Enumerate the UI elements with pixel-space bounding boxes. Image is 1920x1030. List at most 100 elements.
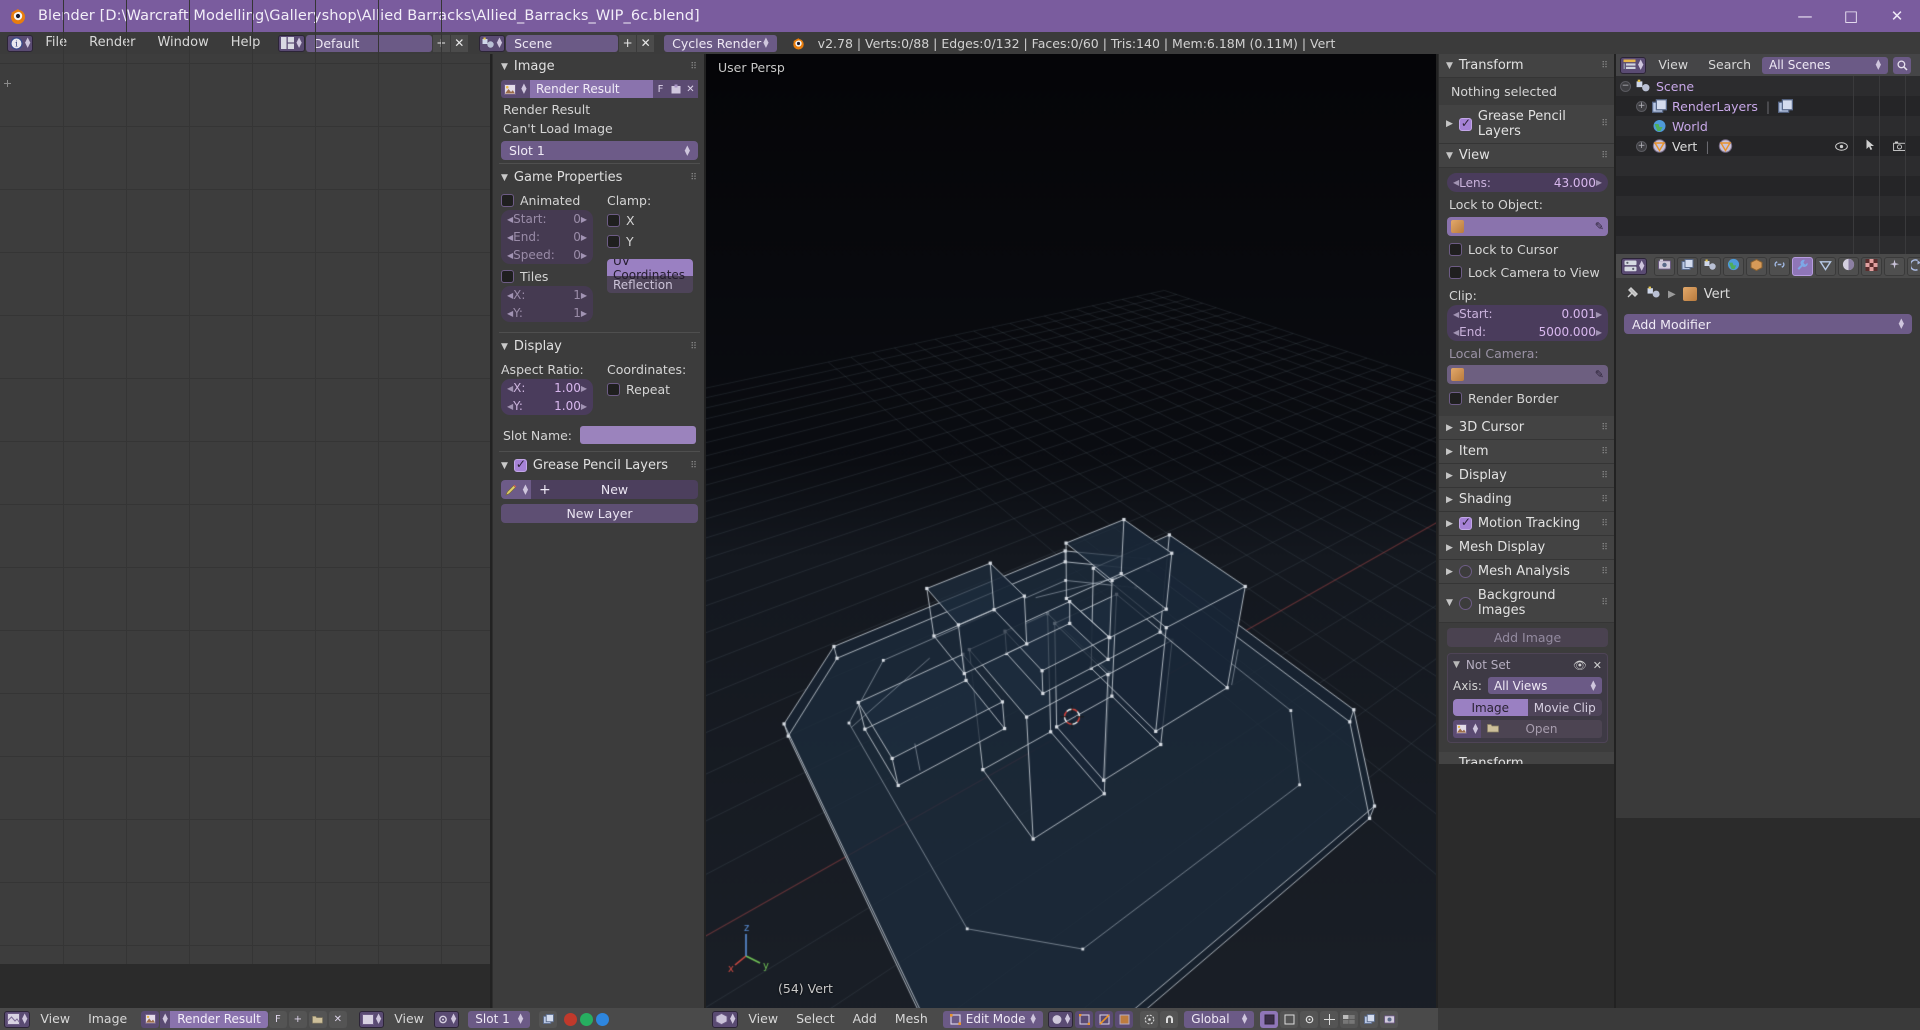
new-grease-pencil-button[interactable]: + New: [531, 480, 698, 499]
source-image-tab[interactable]: Image: [1453, 699, 1528, 716]
renderlayers-icon[interactable]: [1778, 98, 1794, 114]
aspect-y-field[interactable]: ◀ Y: 1.00 ▶: [501, 397, 593, 415]
frame-speed-field[interactable]: ◀ Speed: 0 ▶: [501, 246, 593, 264]
animated-checkbox[interactable]: [501, 194, 514, 207]
mesh-icon[interactable]: [1718, 138, 1733, 154]
frame-start-field[interactable]: ◀ Start: 0 ▶: [501, 210, 593, 228]
aspect-x-field[interactable]: ◀ X: 1.00 ▶: [501, 379, 593, 397]
properties-tab-renderlayers[interactable]: [1677, 256, 1699, 276]
viewport-menu-mesh[interactable]: Mesh: [886, 1008, 937, 1030]
image-editor-canvas[interactable]: [0, 0, 492, 964]
frame-end-field[interactable]: ◀ End: 0 ▶: [501, 228, 593, 246]
increment-arrow-icon[interactable]: ▶: [581, 233, 587, 242]
add-image-button[interactable]: Add Image: [1447, 628, 1608, 647]
viewport-shading-button[interactable]: ▲ ▼: [1047, 1010, 1074, 1028]
mapping-uv-coordinates-option[interactable]: UV Coordinates: [607, 259, 693, 282]
render-button[interactable]: [1380, 1010, 1399, 1028]
viewport-menu-view[interactable]: View: [739, 1008, 787, 1030]
viewport-menu-select[interactable]: Select: [787, 1008, 844, 1030]
eyedropper-icon[interactable]: ✎: [1595, 220, 1604, 233]
footer-unlink-image-button[interactable]: ✕: [328, 1010, 347, 1028]
properties-tab-object[interactable]: [1746, 256, 1768, 276]
interaction-mode-select[interactable]: Edit Mode ▲ ▼: [942, 1010, 1043, 1028]
properties-tab-texture[interactable]: [1861, 256, 1883, 276]
increment-arrow-icon[interactable]: ▶: [581, 291, 587, 300]
lock-to-object-field[interactable]: ✎: [1447, 217, 1608, 236]
add-modifier-button[interactable]: Add Modifier ▲ ▼: [1624, 314, 1912, 334]
image-browse-spinner[interactable]: ▲ ▼: [1470, 720, 1481, 738]
editor-splitter[interactable]: [1614, 54, 1616, 1008]
outliner-display-mode-select[interactable]: All Scenes ▲ ▼: [1762, 56, 1889, 74]
section-image-header[interactable]: ▼ Image ⠿: [493, 54, 706, 78]
mesh-select-face-button[interactable]: [1115, 1010, 1134, 1028]
image-datablock-spinner[interactable]: ▲ ▼: [160, 1010, 171, 1028]
channel-green-button[interactable]: [580, 1012, 594, 1026]
source-movie-clip-tab[interactable]: Movie Clip: [1527, 699, 1602, 716]
render-layer-button[interactable]: [539, 1010, 558, 1028]
editor-type-uv-button[interactable]: ▲ ▼: [4, 1010, 31, 1028]
clamp-y-row[interactable]: Y: [607, 231, 698, 252]
panel-shading-header[interactable]: ▶ Shading ⠿: [1439, 488, 1616, 512]
expand-toggle-icon[interactable]: +: [1636, 140, 1647, 152]
panel-3d-cursor-header[interactable]: ▶ 3D Cursor ⠿: [1439, 416, 1616, 440]
uv-view-mode-button[interactable]: ▲ ▼: [358, 1010, 385, 1028]
image-datablock-browse-button[interactable]: [141, 1010, 160, 1028]
increment-arrow-icon[interactable]: ▶: [581, 215, 587, 224]
expand-toggle-icon[interactable]: +: [1636, 100, 1647, 112]
footer-open-image-button[interactable]: [308, 1010, 327, 1028]
panel-mesh-analysis-header[interactable]: ▶ Mesh Analysis ⠿: [1439, 560, 1616, 584]
eyedropper-icon[interactable]: ✎: [1595, 368, 1604, 381]
lock-camera-row[interactable]: Lock Camera to View: [1439, 261, 1616, 284]
fake-user-button[interactable]: F: [653, 80, 668, 98]
uv-view-mode-spinner[interactable]: ▲ ▼: [376, 1013, 381, 1025]
mesh-analysis-checkbox[interactable]: [1458, 565, 1472, 578]
image-name-field[interactable]: Render Result: [530, 80, 653, 98]
panel-transform-orientations-header[interactable]: ▶ Transform Orientations ⠿: [1439, 752, 1616, 764]
background-images-enable-checkbox[interactable]: [1458, 596, 1472, 610]
outliner-menu-view[interactable]: View: [1649, 54, 1697, 76]
remove-background-image-button[interactable]: ✕: [1593, 659, 1602, 672]
pivot-point-button[interactable]: ▲ ▼: [433, 1010, 460, 1028]
render-slot-select[interactable]: Slot 1 ▲ ▼: [501, 141, 698, 160]
tiles-x-field[interactable]: ◀ X: 1 ▶: [501, 286, 593, 304]
panel-grease-pencil-header[interactable]: ▶ Grease Pencil Layers ⠿: [1439, 105, 1616, 144]
section-grease-pencil-header[interactable]: ▼ Grease Pencil Layers ⠿: [493, 453, 706, 477]
panel-display-header[interactable]: ▶ Display ⠿: [1439, 464, 1616, 488]
scene-layers-button[interactable]: [1360, 1010, 1379, 1028]
pivot-point-spinner[interactable]: ▲ ▼: [451, 1013, 456, 1025]
lens-field[interactable]: ◀ Lens: 43.000 ▶: [1447, 173, 1608, 192]
local-camera-field[interactable]: ✎: [1447, 365, 1608, 384]
channel-red-button[interactable]: [564, 1012, 578, 1026]
panel-item-header[interactable]: ▶ Item ⠿: [1439, 440, 1616, 464]
section-game-properties-header[interactable]: ▼ Game Properties ⠿: [493, 165, 706, 189]
repeat-checkbox[interactable]: [607, 383, 620, 396]
tiles-row[interactable]: Tiles: [501, 264, 597, 286]
panel-view-header[interactable]: ▼ View ⠿: [1439, 144, 1616, 168]
increment-arrow-icon[interactable]: ▶: [581, 309, 587, 318]
image-browse-icon[interactable]: [501, 80, 518, 98]
clamp-x-checkbox[interactable]: [607, 214, 620, 227]
increment-arrow-icon[interactable]: ▶: [581, 384, 587, 393]
eye-icon[interactable]: 👁: [1573, 659, 1587, 672]
limit-selection-visible-button[interactable]: [1260, 1010, 1279, 1028]
mesh-select-edge-button[interactable]: [1095, 1010, 1114, 1028]
panel-background-images-header[interactable]: ▼ Background Images ⠿: [1439, 584, 1616, 623]
proportional-edit-button[interactable]: [1140, 1010, 1159, 1028]
increment-arrow-icon[interactable]: ▶: [1596, 310, 1602, 319]
layer-visibility-button[interactable]: [1340, 1010, 1359, 1028]
slot-name-input[interactable]: [580, 426, 696, 444]
open-image-button[interactable]: Open: [1481, 720, 1602, 738]
footer-new-image-button[interactable]: +: [288, 1010, 307, 1028]
section-display-header[interactable]: ▼ Display ⠿: [493, 334, 706, 358]
properties-tab-scene[interactable]: [1700, 256, 1722, 276]
lock-to-cursor-checkbox[interactable]: [1449, 243, 1462, 256]
image-datablock-field[interactable]: ▲ ▼ Render Result F ✕: [493, 78, 706, 100]
axis-select[interactable]: All Views ▲ ▼: [1487, 677, 1602, 694]
editor-type-spinner[interactable]: ▲ ▼: [1638, 59, 1643, 71]
outliner-row-scene[interactable]: − Scene: [1616, 76, 1920, 96]
clip-start-field[interactable]: ◀ Start: 0.001 ▶: [1447, 305, 1608, 323]
outliner-row-vert[interactable]: + Vert |: [1616, 136, 1920, 156]
clamp-x-row[interactable]: X: [607, 210, 698, 231]
show-occlude-geometry-button[interactable]: [1280, 1010, 1299, 1028]
3d-viewport-canvas[interactable]: [706, 54, 1438, 1018]
